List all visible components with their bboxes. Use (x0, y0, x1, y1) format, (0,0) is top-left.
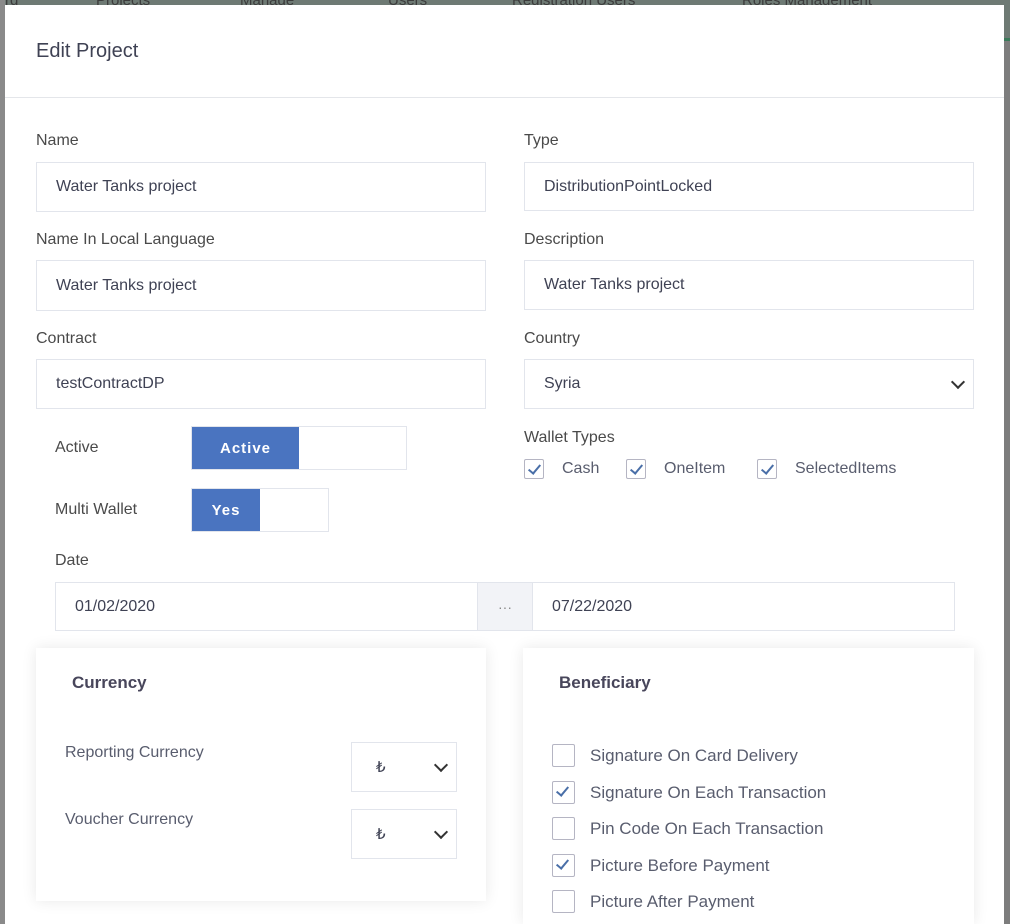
beneficiary-option-label: Pin Code On Each Transaction (590, 818, 824, 838)
beneficiary-option-label: Picture Before Payment (590, 855, 770, 875)
beneficiary-option-label: Picture After Payment (590, 891, 755, 911)
chevron-down-icon (950, 374, 966, 390)
reporting-currency-label: Reporting Currency (65, 744, 204, 761)
wallet-type-cash[interactable]: Cash (524, 459, 599, 479)
checkbox-checked[interactable] (524, 459, 544, 479)
type-input[interactable]: DistributionPointLocked (524, 162, 974, 211)
beneficiary-option[interactable]: Signature On Each Transaction (552, 781, 826, 804)
beneficiary-option[interactable]: Signature On Card Delivery (552, 744, 798, 767)
reporting-currency-value: ₺ (376, 759, 386, 776)
checkbox-unchecked[interactable] (552, 890, 575, 913)
edit-project-modal: Edit Project Name Water Tanks project Ty… (5, 5, 1004, 924)
name-local-label: Name In Local Language (36, 231, 215, 248)
wallet-type-oneitem[interactable]: OneItem (626, 459, 725, 479)
date-label: Date (55, 552, 89, 569)
wallet-type-label: Cash (562, 460, 600, 477)
contract-label: Contract (36, 330, 97, 347)
beneficiary-option-label: Signature On Each Transaction (590, 782, 827, 802)
multi-wallet-toggle-on[interactable]: Yes (192, 489, 260, 531)
date-start-input[interactable]: 01/02/2020 (55, 582, 478, 631)
voucher-currency-select[interactable]: ₺ (351, 809, 457, 859)
currency-title: Currency (72, 673, 147, 692)
active-label: Active (55, 439, 99, 456)
modal-header: Edit Project (5, 5, 1004, 98)
checkbox-checked[interactable] (552, 781, 575, 804)
checkbox-checked[interactable] (626, 459, 646, 479)
name-local-input[interactable]: Water Tanks project (36, 260, 486, 311)
date-range-separator: ··· (477, 582, 533, 631)
checkbox-checked[interactable] (757, 459, 777, 479)
beneficiary-option[interactable]: Picture After Payment (552, 890, 754, 913)
beneficiary-option-label: Signature On Card Delivery (590, 745, 798, 765)
multi-wallet-label: Multi Wallet (55, 501, 138, 518)
chevron-down-icon (433, 824, 449, 840)
wallet-types-label: Wallet Types (524, 429, 615, 446)
name-label: Name (36, 132, 79, 149)
wallet-type-label: SelectedItems (795, 460, 897, 477)
checkbox-unchecked[interactable] (552, 817, 575, 840)
country-value: Syria (544, 375, 581, 392)
active-toggle-on[interactable]: Active (192, 427, 299, 469)
reporting-currency-select[interactable]: ₺ (351, 742, 457, 792)
description-input[interactable]: Water Tanks project (524, 260, 974, 310)
voucher-currency-label: Voucher Currency (65, 811, 194, 828)
checkbox-checked[interactable] (552, 854, 575, 877)
contract-input[interactable]: testContractDP (36, 359, 486, 409)
description-label: Description (524, 231, 605, 248)
beneficiary-card: Beneficiary Signature On Card Delivery S… (523, 648, 974, 924)
type-label: Type (524, 132, 559, 149)
currency-card: Currency Reporting Currency ₺ Voucher Cu… (36, 648, 486, 901)
wallet-type-selecteditems[interactable]: SelectedItems (757, 459, 896, 479)
chevron-down-icon (433, 757, 449, 773)
beneficiary-option[interactable]: Picture Before Payment (552, 854, 770, 877)
voucher-currency-value: ₺ (376, 826, 386, 843)
beneficiary-title: Beneficiary (559, 673, 651, 692)
active-toggle[interactable]: Active (191, 426, 407, 470)
name-input[interactable]: Water Tanks project (36, 162, 486, 212)
modal-title: Edit Project (36, 40, 139, 62)
checkbox-unchecked[interactable] (552, 744, 575, 767)
multi-wallet-toggle[interactable]: Yes (191, 488, 329, 532)
country-select[interactable]: Syria (524, 359, 974, 409)
wallet-type-label: OneItem (664, 460, 726, 477)
country-label: Country (524, 330, 581, 347)
date-end-input[interactable]: 07/22/2020 (532, 582, 955, 631)
beneficiary-option[interactable]: Pin Code On Each Transaction (552, 817, 823, 840)
